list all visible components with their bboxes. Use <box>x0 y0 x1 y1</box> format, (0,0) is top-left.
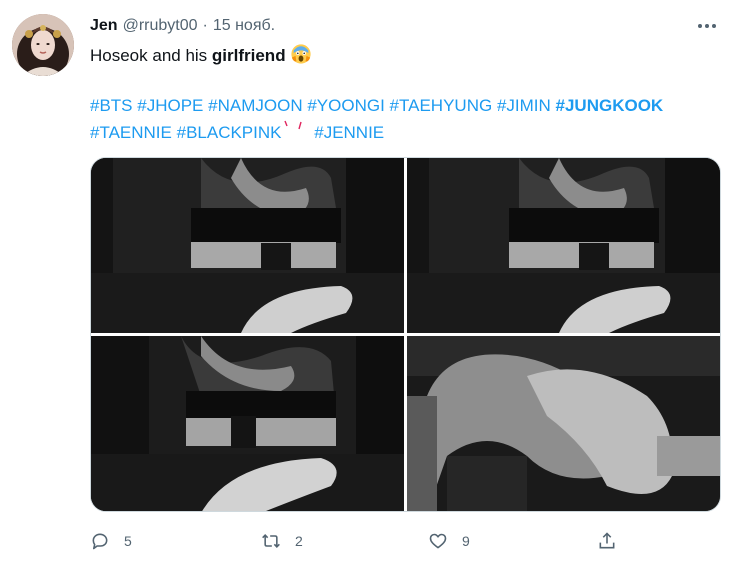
hashtag-link[interactable]: #TAEHYUNG <box>390 96 493 115</box>
more-icon[interactable] <box>696 16 718 36</box>
tweet-text-bold: girlfriend <box>211 46 286 65</box>
media-grid <box>90 157 721 512</box>
hashtag-link[interactable]: #JIMIN <box>497 96 551 115</box>
media-photo[interactable] <box>407 158 720 333</box>
hashtag-link[interactable]: #NAMJOON <box>208 96 302 115</box>
hashtag-line-2: #TAENNIE #BLACKPINK #JENNIE <box>90 118 720 145</box>
retweet-icon <box>262 534 280 548</box>
tweet-text-plain: Hoseok and his <box>90 46 212 65</box>
media-photo[interactable] <box>91 336 404 511</box>
hashtag-link[interactable]: #JENNIE <box>314 123 384 142</box>
hashtag-link[interactable]: #JUNGKOOK <box>556 96 664 115</box>
like-count: 9 <box>462 533 470 549</box>
separator-dot: · <box>202 17 208 34</box>
media-photo[interactable] <box>407 336 720 511</box>
share-icon <box>599 532 615 549</box>
hashtag-link[interactable]: #YOONGI <box>307 96 384 115</box>
author-handle[interactable]: @rrubyt00 <box>123 17 198 35</box>
face-screaming-in-fear-emoji <box>290 44 311 64</box>
like-button[interactable]: 9 <box>428 528 470 554</box>
author-name[interactable]: Jen <box>90 17 118 35</box>
reply-count: 5 <box>124 533 132 549</box>
media-photo[interactable] <box>91 158 404 333</box>
hashtag-link[interactable]: #JHOPE <box>137 96 203 115</box>
tweet-card[interactable]: Jen @rrubyt00 · 15 нояб. Hoseok and his … <box>0 0 738 567</box>
hashtag-link[interactable]: #BTS <box>90 96 133 115</box>
tweet-header: Jen @rrubyt00 · 15 нояб. <box>90 14 718 38</box>
hashtags: #BTS #JHOPE #NAMJOON #YOONGI #TAEHYUNG #… <box>90 93 720 145</box>
retweet-count: 2 <box>295 533 303 549</box>
hashtag-link[interactable]: #TAENNIE <box>90 123 172 142</box>
avatar[interactable] <box>12 14 74 76</box>
tweet-actions: 5 2 9 <box>90 528 630 554</box>
retweet-button[interactable]: 2 <box>261 528 303 554</box>
tick-marks-icon <box>282 118 310 136</box>
heart-icon <box>429 533 447 549</box>
reply-icon <box>92 533 108 550</box>
tweet-date[interactable]: 15 нояб. <box>213 17 275 35</box>
reply-button[interactable]: 5 <box>90 528 132 554</box>
share-button[interactable] <box>597 528 617 554</box>
tweet-text: Hoseok and his girlfriend <box>90 43 312 67</box>
hashtag-line-1: #BTS #JHOPE #NAMJOON #YOONGI #TAEHYUNG #… <box>90 93 720 118</box>
hashtag-link[interactable]: #BLACKPINK <box>177 123 282 142</box>
